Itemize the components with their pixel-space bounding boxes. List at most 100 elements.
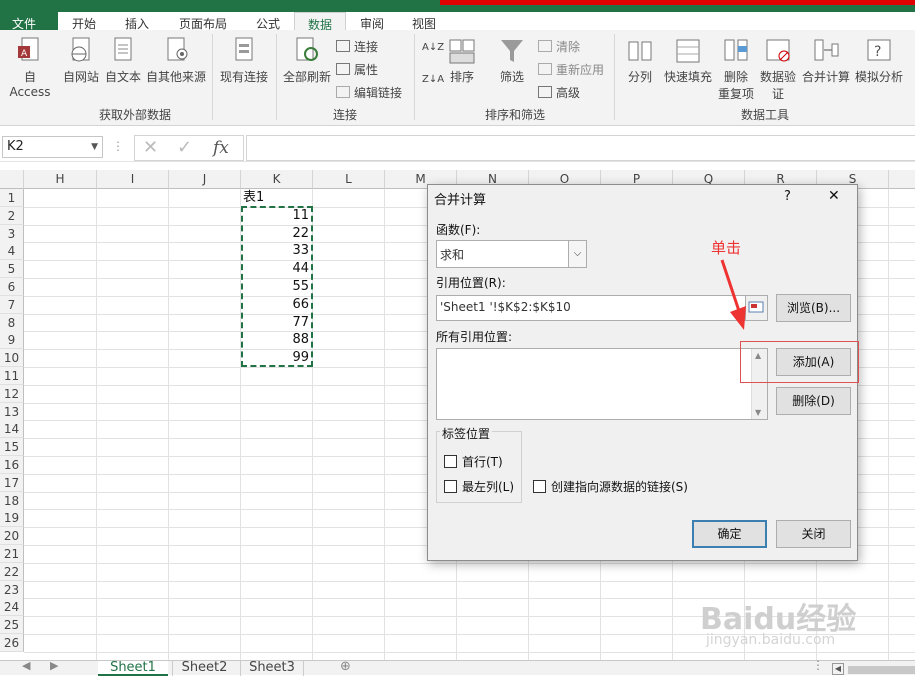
data-validation-button[interactable]: 数据验 证	[758, 36, 798, 102]
row-header[interactable]: 4	[0, 242, 24, 261]
row-header[interactable]: 24	[0, 598, 24, 617]
existing-connections-button[interactable]: 现有连接	[216, 36, 272, 85]
add-sheet-icon[interactable]: ⊕	[340, 659, 351, 674]
row-header[interactable]: 2	[0, 206, 24, 225]
connections-label: 连接	[354, 40, 379, 54]
formula-input[interactable]	[246, 135, 915, 161]
flash-fill-button[interactable]: 快速填充	[662, 36, 714, 85]
help-icon[interactable]: ?	[784, 189, 791, 204]
clear-button[interactable]: 清除	[538, 38, 580, 55]
group-label-data-tools: 数据工具	[740, 108, 789, 122]
from-text-button[interactable]: 自文本	[102, 36, 144, 85]
consolidate-button[interactable]: 合并计算	[800, 36, 852, 85]
row-header[interactable]: 14	[0, 420, 24, 439]
row-header[interactable]: 13	[0, 402, 24, 421]
link-source-checkbox[interactable]	[533, 480, 546, 493]
row-header[interactable]: 23	[0, 580, 24, 599]
remove-duplicates-label-2: 重复项	[717, 87, 754, 101]
properties-button[interactable]: 属性	[336, 61, 378, 78]
prev-sheet-icon[interactable]: ◀	[22, 659, 30, 672]
check-icon[interactable]: ✓	[177, 137, 192, 158]
left-column-checkbox[interactable]	[444, 480, 457, 493]
horizontal-scrollbar[interactable]	[848, 666, 915, 674]
sort-az-button[interactable]: A↓Z	[422, 42, 444, 53]
consolidate-icon	[814, 39, 839, 61]
next-sheet-icon[interactable]: ▶	[50, 659, 58, 672]
sort-az-icon: A↓Z	[422, 42, 445, 53]
delete-button[interactable]: 删除(D)	[776, 387, 851, 415]
group-separator	[276, 34, 277, 120]
reapply-button[interactable]: 重新应用	[538, 61, 604, 78]
from-access-button[interactable]: A 自 Access	[2, 36, 58, 99]
row-header[interactable]: 22	[0, 562, 24, 581]
top-row-checkbox[interactable]	[444, 455, 457, 468]
close-button[interactable]: 关闭	[776, 520, 851, 548]
col-header-j[interactable]: J	[169, 170, 241, 189]
remove-duplicates-label: 删除	[723, 70, 748, 84]
browse-button[interactable]: 浏览(B)...	[776, 294, 851, 322]
all-references-list[interactable]: ▲ ▼	[436, 348, 768, 420]
sort-za-button[interactable]: Z↓A	[422, 74, 444, 85]
row-header[interactable]: 3	[0, 224, 24, 243]
col-header-k[interactable]: K	[241, 170, 313, 189]
add-button[interactable]: 添加(A)	[776, 348, 851, 376]
from-other-sources-button[interactable]: 自其他来源	[144, 36, 208, 85]
col-header-l[interactable]: L	[313, 170, 385, 189]
refresh-all-button[interactable]: 全部刷新	[280, 36, 334, 85]
chevron-down-icon[interactable]: ⌵	[568, 241, 586, 267]
row-header[interactable]: 11	[0, 367, 24, 385]
row-header[interactable]: 8	[0, 313, 24, 332]
row-header[interactable]: 9	[0, 331, 24, 350]
name-box-value: K2	[7, 139, 24, 154]
sheet-tab-sheet3[interactable]: Sheet3	[240, 661, 304, 676]
close-icon[interactable]: ✕	[828, 188, 840, 204]
row-header[interactable]: 25	[0, 616, 24, 635]
col-header-i[interactable]: I	[97, 170, 169, 189]
row-header[interactable]: 21	[0, 545, 24, 563]
remove-duplicates-button[interactable]: 删除 重复项	[716, 36, 756, 102]
row-header[interactable]: 17	[0, 473, 24, 492]
row-header[interactable]: 6	[0, 278, 24, 296]
row-header[interactable]: 18	[0, 491, 24, 510]
row-header[interactable]: 19	[0, 509, 24, 528]
row-header[interactable]: 12	[0, 384, 24, 403]
scroll-down-icon[interactable]: ▼	[755, 408, 761, 417]
more-icon: ⋮	[812, 658, 824, 672]
text-to-columns-label: 分列	[627, 70, 652, 84]
text-to-columns-button[interactable]: 分列	[620, 36, 660, 85]
cancel-icon[interactable]: ✕	[143, 137, 158, 158]
row-header[interactable]: 7	[0, 295, 24, 314]
row-header[interactable]: 10	[0, 349, 24, 368]
insert-function-icon[interactable]: fx	[213, 138, 229, 158]
data-validation-icon	[766, 39, 790, 62]
edit-links-icon	[336, 86, 350, 98]
filter-button[interactable]: 筛选	[494, 36, 530, 85]
refresh-all-label: 全部刷新	[282, 70, 331, 84]
advanced-button[interactable]: 高级	[538, 84, 580, 101]
function-select[interactable]: 求和 ⌵	[436, 240, 587, 268]
row-header[interactable]: 16	[0, 456, 24, 474]
row-header[interactable]: 26	[0, 634, 24, 652]
sheet-tab-sheet2[interactable]: Sheet2	[172, 661, 236, 676]
select-all-corner[interactable]	[0, 170, 24, 189]
name-box[interactable]: K2 ▼	[2, 136, 103, 158]
ok-button[interactable]: 确定	[692, 520, 767, 548]
sort-button[interactable]: 排序	[446, 36, 478, 85]
edit-links-button[interactable]: 编辑链接	[336, 84, 402, 101]
row-header[interactable]: 1	[0, 189, 24, 207]
from-web-button[interactable]: 自网站	[60, 36, 102, 85]
cell-k1[interactable]: 表1	[243, 189, 283, 207]
connections-button[interactable]: 连接	[336, 38, 378, 55]
row-header[interactable]: 20	[0, 527, 24, 546]
group-label-sort-filter: 排序和筛选	[484, 108, 545, 122]
formula-controls: ✕ ✓ fx	[134, 135, 244, 161]
chevron-down-icon[interactable]: ▼	[91, 137, 98, 157]
what-if-analysis-button[interactable]: ? 模拟分析	[852, 36, 906, 85]
col-header-h[interactable]: H	[24, 170, 97, 189]
sheet-tab-sheet1[interactable]: Sheet1	[98, 661, 168, 676]
row-header[interactable]: 5	[0, 260, 24, 279]
row-header[interactable]: 15	[0, 438, 24, 457]
filter-label: 筛选	[499, 70, 524, 84]
flash-fill-icon	[676, 39, 700, 63]
scroll-left-icon[interactable]: ◀	[832, 663, 844, 675]
